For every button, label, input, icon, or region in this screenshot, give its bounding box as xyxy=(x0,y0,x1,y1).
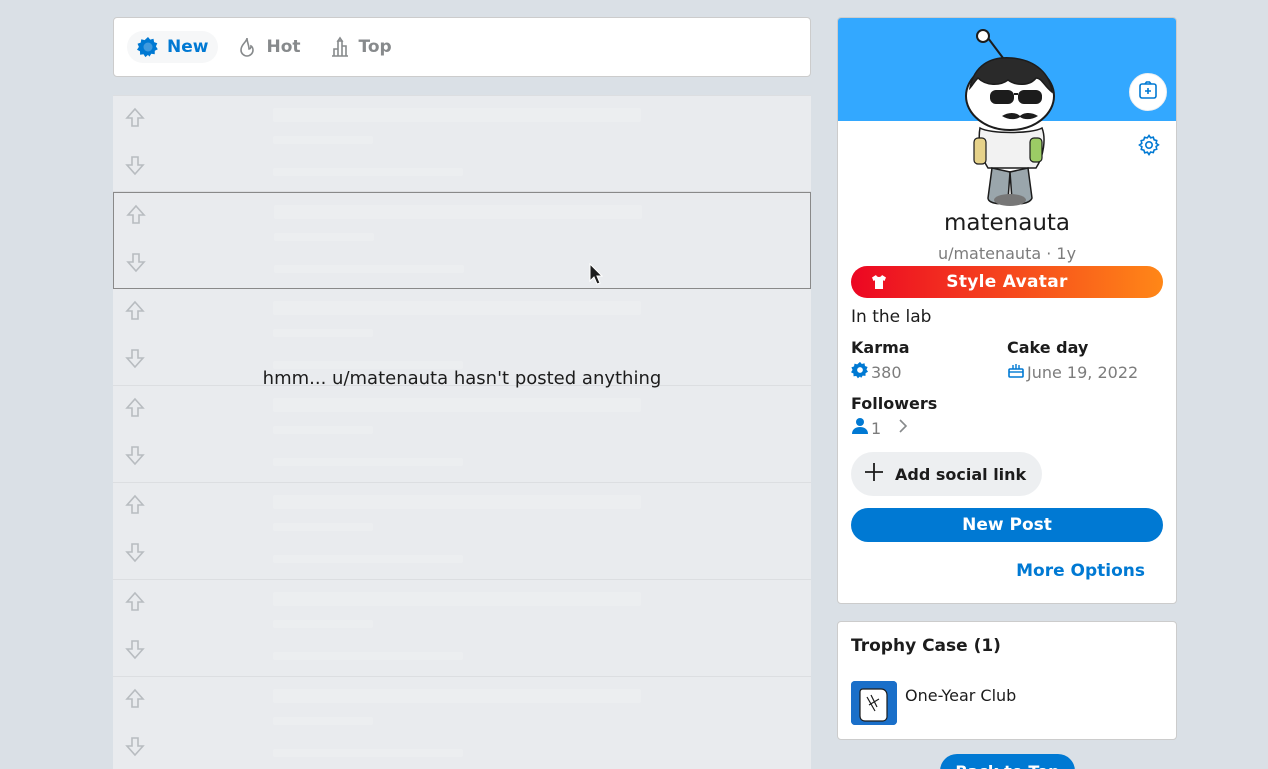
cake-icon xyxy=(1007,361,1025,383)
placeholder-line xyxy=(273,495,641,509)
settings-button[interactable] xyxy=(1137,133,1161,157)
top-chart-icon xyxy=(329,36,351,58)
burst-icon xyxy=(137,36,159,58)
add-image-button[interactable] xyxy=(1129,73,1167,111)
placeholder-line xyxy=(273,652,463,660)
profile-username: matenauta xyxy=(943,210,1071,236)
placeholder-line xyxy=(274,265,464,273)
placeholder-line xyxy=(273,426,373,434)
style-avatar-label: Style Avatar xyxy=(946,272,1068,292)
trophy-name: One-Year Club xyxy=(905,686,1017,705)
placeholder-line xyxy=(273,592,641,606)
placeholder-post xyxy=(113,386,811,483)
placeholder-line xyxy=(273,620,373,628)
snoo-avatar xyxy=(965,29,1055,206)
placeholder-line xyxy=(273,749,463,757)
mouse-cursor-icon xyxy=(589,263,603,285)
followers-label: Followers xyxy=(851,394,938,413)
downvote-icon xyxy=(123,443,147,467)
upvote-icon xyxy=(123,396,147,420)
karma-icon xyxy=(851,361,869,383)
upvote-icon xyxy=(123,299,147,323)
back-to-top-button[interactable]: Back to Top xyxy=(940,754,1075,769)
gear-icon xyxy=(1137,134,1161,161)
downvote-icon xyxy=(123,637,147,661)
placeholder-line xyxy=(273,555,463,563)
add-image-icon xyxy=(1137,79,1159,105)
cakeday-value: June 19, 2022 xyxy=(1007,361,1138,383)
placeholder-line xyxy=(273,329,373,337)
person-icon xyxy=(851,417,869,439)
placeholder-line xyxy=(273,301,641,315)
placeholder-line xyxy=(273,398,641,412)
downvote-icon xyxy=(123,153,147,177)
upvote-icon xyxy=(123,590,147,614)
new-post-button[interactable]: New Post xyxy=(851,508,1163,542)
downvote-icon xyxy=(123,346,147,370)
plus-icon xyxy=(863,461,885,487)
placeholder-line xyxy=(273,136,373,144)
karma-value: 380 xyxy=(851,361,902,383)
karma-number: 380 xyxy=(871,362,902,382)
placeholder-line xyxy=(273,689,641,703)
placeholder-post xyxy=(113,483,811,580)
placeholder-line xyxy=(273,717,373,725)
add-social-label: Add social link xyxy=(895,464,1027,484)
style-avatar-button[interactable]: Style Avatar xyxy=(851,266,1163,298)
add-social-link-button[interactable]: Add social link xyxy=(851,452,1043,496)
empty-feed-message: hmm... u/matenauta hasn't posted anythin… xyxy=(262,368,662,389)
profile-card: matenauta u/matenauta · 1y Style Avatar … xyxy=(837,17,1177,604)
sort-tab-top[interactable]: Top xyxy=(319,31,402,63)
sort-tab-label: Hot xyxy=(266,37,301,57)
placeholder-post xyxy=(113,677,811,769)
placeholder-line xyxy=(273,108,641,122)
cakeday-date: June 19, 2022 xyxy=(1027,362,1139,382)
post-feed-placeholder xyxy=(113,95,811,769)
followers-link[interactable]: 1 xyxy=(851,417,909,439)
sort-tab-hot[interactable]: Hot xyxy=(226,31,310,63)
one-year-club-trophy-icon xyxy=(851,681,897,725)
chevron-right-icon xyxy=(897,418,909,438)
upvote-icon xyxy=(123,687,147,711)
downvote-icon xyxy=(123,734,147,758)
profile-handle: u/matenauta · 1y xyxy=(937,244,1077,263)
flame-icon xyxy=(236,36,258,58)
upvote-icon xyxy=(123,493,147,517)
upvote-icon xyxy=(123,106,147,130)
placeholder-post xyxy=(113,192,811,289)
downvote-icon xyxy=(124,250,148,274)
placeholder-line xyxy=(273,168,463,176)
karma-label: Karma xyxy=(851,338,910,357)
trophy-case: Trophy Case (1) One-Year Club xyxy=(837,621,1177,740)
placeholder-line xyxy=(273,458,463,466)
placeholder-post xyxy=(113,580,811,677)
upvote-icon xyxy=(124,203,148,227)
sort-tab-label: New xyxy=(167,37,209,57)
sort-tab-new[interactable]: New xyxy=(127,31,219,63)
placeholder-post xyxy=(113,95,811,192)
placeholder-line xyxy=(274,233,374,241)
sort-tab-label: Top xyxy=(358,37,392,57)
more-options-button[interactable]: More Options xyxy=(1016,561,1145,581)
trophy-case-title: Trophy Case (1) xyxy=(851,636,1001,656)
placeholder-line xyxy=(274,205,642,219)
downvote-icon xyxy=(123,540,147,564)
shirt-icon xyxy=(871,274,887,290)
sort-bar: New Hot Top xyxy=(113,17,811,77)
cakeday-label: Cake day xyxy=(1007,338,1089,357)
placeholder-line xyxy=(273,523,373,531)
profile-bio: In the lab xyxy=(851,307,932,327)
followers-count: 1 xyxy=(871,418,882,438)
